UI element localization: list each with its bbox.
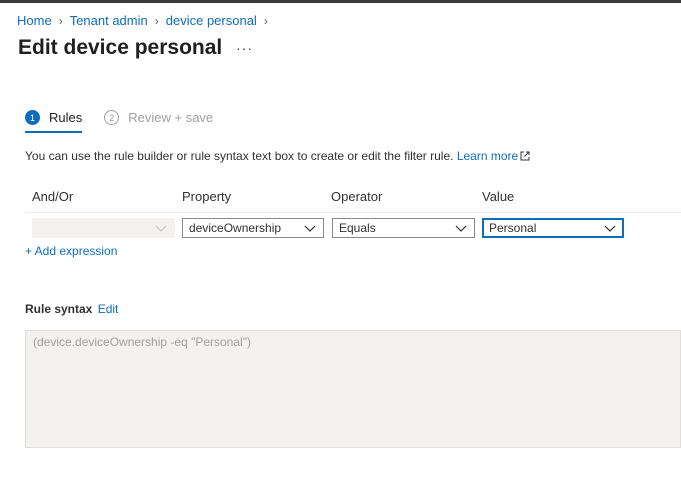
chevron-down-icon xyxy=(603,223,617,233)
breadcrumb: Home › Tenant admin › device personal › xyxy=(17,13,275,28)
add-expression-button[interactable]: + Add expression xyxy=(25,244,117,258)
and-or-dropdown xyxy=(32,218,175,238)
column-header-property: Property xyxy=(182,189,232,204)
chevron-down-icon xyxy=(303,223,317,233)
wizard-steps: 1 Rules 2 Review + save xyxy=(25,110,213,133)
rule-syntax-edit-link[interactable]: Edit xyxy=(98,302,119,316)
operator-dropdown[interactable]: Equals xyxy=(332,218,475,238)
chevron-down-icon xyxy=(454,223,468,233)
table-divider xyxy=(25,212,681,213)
breadcrumb-device-personal[interactable]: device personal xyxy=(166,13,257,28)
external-link-icon xyxy=(520,151,530,161)
column-header-operator: Operator xyxy=(331,189,383,204)
chevron-right-icon: › xyxy=(263,13,268,28)
value-value: Personal xyxy=(489,221,537,235)
step-rules[interactable]: 1 Rules xyxy=(25,110,83,133)
description-text: You can use the rule builder or rule syn… xyxy=(25,149,454,163)
step-review-save[interactable]: 2 Review + save xyxy=(104,110,213,133)
rule-syntax-textbox[interactable]: (device.deviceOwnership -eq "Personal") xyxy=(25,330,681,448)
property-dropdown[interactable]: deviceOwnership xyxy=(182,218,324,238)
step-label-review-save: Review + save xyxy=(128,110,214,125)
learn-more-label: Learn more xyxy=(456,149,519,163)
step-number-1: 1 xyxy=(25,110,40,125)
step-label-rules: Rules xyxy=(49,110,83,125)
column-header-and-or: And/Or xyxy=(32,189,74,204)
learn-more-link[interactable]: Learn more xyxy=(457,149,530,163)
column-header-value: Value xyxy=(482,189,515,204)
page-title: Edit device personal xyxy=(18,36,223,59)
property-value: deviceOwnership xyxy=(189,221,282,235)
rule-syntax-header: Rule syntax Edit xyxy=(25,302,118,316)
top-border xyxy=(0,0,681,3)
chevron-right-icon: › xyxy=(154,13,159,28)
rule-description: You can use the rule builder or rule syn… xyxy=(25,149,530,163)
breadcrumb-tenant-admin[interactable]: Tenant admin xyxy=(70,13,148,28)
rule-syntax-value: (device.deviceOwnership -eq "Personal") xyxy=(33,335,251,349)
breadcrumb-home[interactable]: Home xyxy=(17,13,52,28)
chevron-right-icon: › xyxy=(58,13,63,28)
operator-value: Equals xyxy=(339,221,376,235)
step-number-2: 2 xyxy=(104,110,120,125)
chevron-down-icon xyxy=(154,223,168,233)
rule-syntax-label: Rule syntax xyxy=(25,302,93,316)
value-dropdown[interactable]: Personal xyxy=(482,218,624,238)
more-options-icon[interactable]: ··· xyxy=(236,40,253,56)
